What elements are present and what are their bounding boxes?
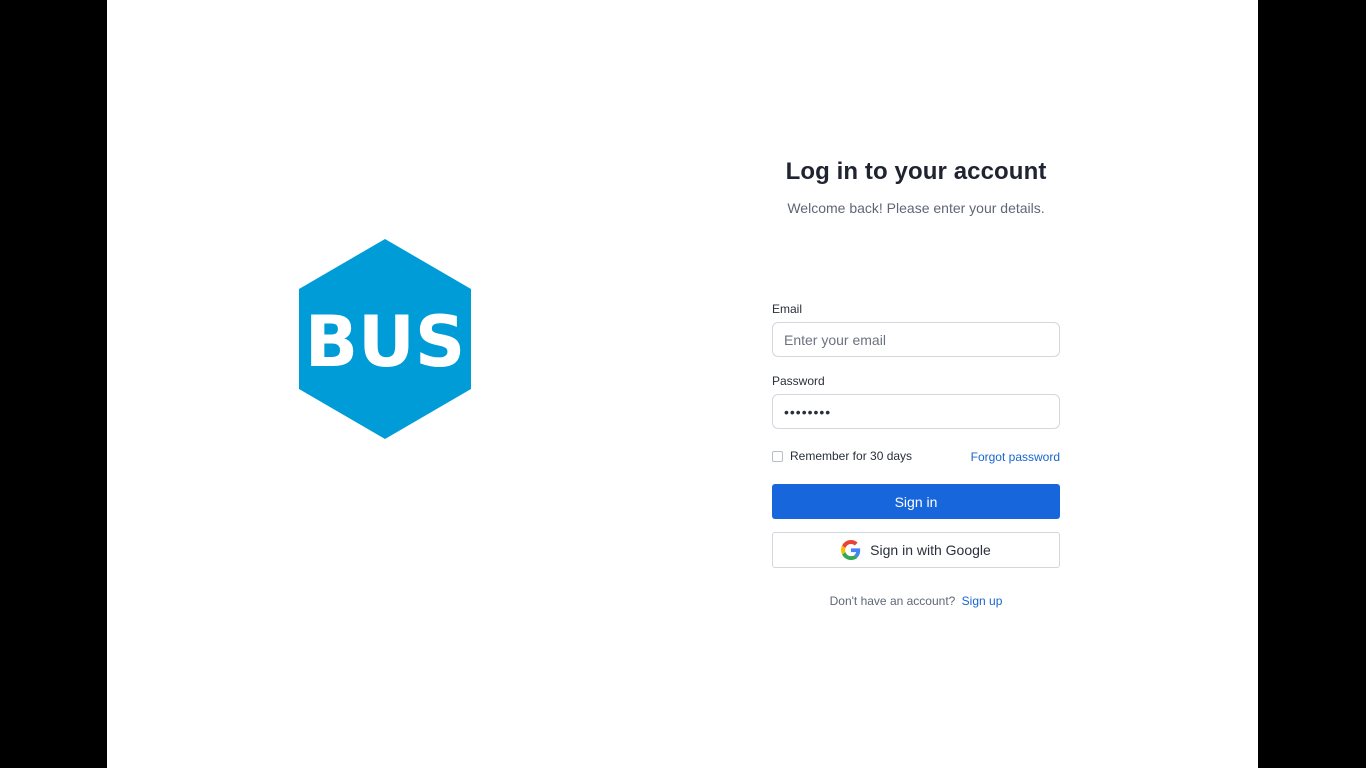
password-input[interactable] [772, 394, 1060, 429]
forgot-password-link[interactable]: Forgot password [971, 450, 1060, 464]
google-g-icon [841, 540, 861, 560]
remember-checkbox[interactable] [772, 450, 783, 462]
signup-prompt: Don't have an account? Sign up [772, 594, 1060, 608]
remember-label: Remember for 30 days [790, 449, 913, 463]
hexagon-logo-icon: BUS [299, 239, 471, 439]
bus-logo: BUS [298, 238, 472, 440]
logo-text: BUS [305, 301, 466, 383]
page-subtitle: Welcome back! Please enter your details. [787, 200, 1045, 216]
login-page: BUS Log in to your account Welcome back!… [107, 0, 1258, 768]
google-sign-in-button[interactable]: Sign in with Google [772, 532, 1060, 568]
email-input[interactable] [772, 322, 1060, 357]
page-title: Log in to your account [785, 158, 1047, 185]
google-sign-in-label: Sign in with Google [870, 542, 991, 558]
sign-up-link[interactable]: Sign up [962, 594, 1003, 608]
password-label: Password [772, 374, 825, 388]
sign-in-button[interactable]: Sign in [772, 484, 1060, 519]
email-label: Email [772, 302, 803, 316]
no-account-text: Don't have an account? [829, 594, 956, 608]
remember-me: Remember for 30 days [772, 449, 912, 463]
